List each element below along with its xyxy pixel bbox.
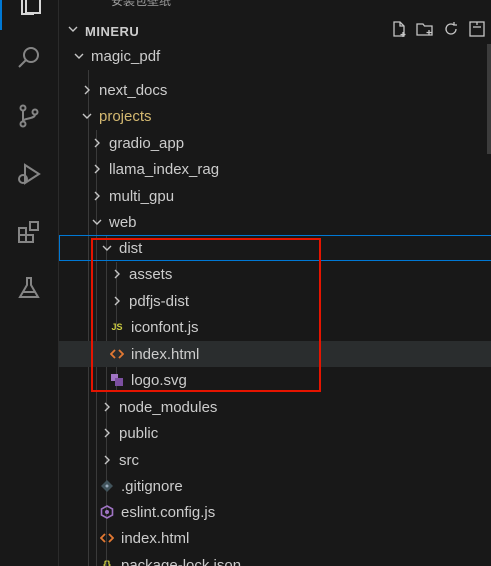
eslint-file-icon [99, 504, 115, 520]
chevron-right-icon [89, 190, 105, 202]
chevron-right-icon [89, 137, 105, 149]
testing-button[interactable] [0, 266, 58, 314]
tree-item-label: web [109, 213, 137, 231]
extensions-icon [16, 219, 42, 250]
chevron-right-icon [99, 427, 115, 439]
tree-item-label: magic_pdf [91, 47, 161, 65]
tree-item-label: pdfjs-dist [129, 292, 190, 310]
new-file-icon [390, 20, 408, 43]
tree-folder-next-docs[interactable]: next_docs [59, 77, 491, 103]
svg-file-icon [109, 372, 125, 388]
tree-folder-node-modules[interactable]: node_modules [59, 394, 491, 420]
explorer-sidebar: 安装包壁纸 MINERU magic_pdf next_docs project… [59, 0, 491, 566]
explorer-toolbar [389, 20, 487, 43]
source-control-button[interactable] [0, 94, 58, 142]
new-folder-button[interactable] [415, 21, 435, 41]
git-file-icon [99, 478, 115, 494]
tree-folder-web[interactable]: web [59, 209, 491, 235]
tree-folder-src[interactable]: src [59, 447, 491, 473]
tree-folder-multi-gpu[interactable]: multi_gpu [59, 183, 491, 209]
tree-folder-pdfjs-dist[interactable]: pdfjs-dist [59, 288, 491, 314]
tree-item-label: assets [129, 265, 173, 283]
refresh-button[interactable] [441, 21, 461, 41]
search-button[interactable] [0, 36, 58, 84]
html-file-icon [109, 346, 125, 362]
tree-file-iconfont-js[interactable]: JS iconfont.js [59, 314, 491, 340]
extensions-button[interactable] [0, 210, 58, 258]
tree-file-eslint-config[interactable]: eslint.config.js [59, 499, 491, 525]
tree-item-label: projects [99, 107, 152, 125]
chevron-right-icon [109, 295, 125, 307]
run-debug-icon [16, 161, 42, 192]
tree-file-gitignore[interactable]: .gitignore [59, 473, 491, 499]
js-file-icon: JS [111, 322, 123, 332]
tree-item-label: multi_gpu [109, 187, 175, 205]
tree-file-index-html[interactable]: index.html [59, 341, 491, 367]
flask-icon [16, 275, 42, 306]
chevron-right-icon [99, 401, 115, 413]
collapse-all-button[interactable] [467, 20, 487, 43]
tree-folder-gradio-app[interactable]: gradio_app [59, 130, 491, 156]
tree-file-package-lock[interactable]: {} package-lock.json [59, 552, 491, 566]
tree-item-label: eslint.config.js [121, 503, 216, 521]
tree-item-label: .gitignore [121, 477, 183, 495]
scrollbar[interactable] [487, 44, 491, 154]
refresh-icon [442, 20, 460, 43]
tree-item-label: src [119, 451, 139, 469]
tree-item-label: package-lock.json [121, 556, 242, 566]
new-file-button[interactable] [389, 20, 409, 43]
tree-item-label: llama_index_rag [109, 160, 220, 178]
activity-bar [0, 0, 59, 566]
tree-folder-assets[interactable]: assets [59, 261, 491, 287]
tree-item-label: node_modules [119, 398, 218, 416]
explorer-section-title: MINERU [85, 23, 140, 39]
chevron-down-icon [71, 50, 87, 62]
tree-item-label: next_docs [99, 81, 168, 99]
source-control-icon [16, 103, 42, 134]
chevron-right-icon [89, 163, 105, 175]
explorer-section-header[interactable]: MINERU [59, 18, 491, 44]
tree-item-label: dist [119, 239, 143, 257]
json-file-icon: {} [103, 559, 111, 566]
window-title-fragment: 安装包壁纸 [111, 0, 172, 8]
tree-file-index-html[interactable]: index.html [59, 525, 491, 551]
tree-folder-llama-index-rag[interactable]: llama_index_rag [59, 156, 491, 182]
chevron-down-icon [79, 110, 95, 122]
chevron-down-icon [99, 242, 115, 254]
chevron-right-icon [79, 84, 95, 96]
tree-item-label: iconfont.js [131, 318, 199, 336]
tree-item-label: public [119, 424, 159, 442]
tree-item-label: gradio_app [109, 134, 185, 152]
chevron-down-icon [89, 216, 105, 228]
tree-folder-magic-pdf[interactable]: magic_pdf [59, 43, 491, 69]
tree-folder-projects[interactable]: projects [59, 103, 491, 129]
new-folder-icon [416, 20, 434, 43]
collapse-all-icon [468, 20, 486, 43]
explorer-button[interactable] [0, 0, 58, 30]
html-file-icon [99, 530, 115, 546]
tree-item-label: index.html [121, 529, 190, 547]
search-icon [16, 45, 42, 76]
chevron-right-icon [109, 268, 125, 280]
chevron-right-icon [99, 454, 115, 466]
chevron-down-icon [65, 22, 81, 40]
run-debug-button[interactable] [0, 152, 58, 200]
tree-folder-dist[interactable]: dist [59, 235, 491, 261]
tree-item-label: logo.svg [131, 371, 187, 389]
tree-folder-public[interactable]: public [59, 420, 491, 446]
tree-file-logo-svg[interactable]: logo.svg [59, 367, 491, 393]
tree-item-label: index.html [131, 345, 200, 363]
files-icon [17, 0, 43, 22]
